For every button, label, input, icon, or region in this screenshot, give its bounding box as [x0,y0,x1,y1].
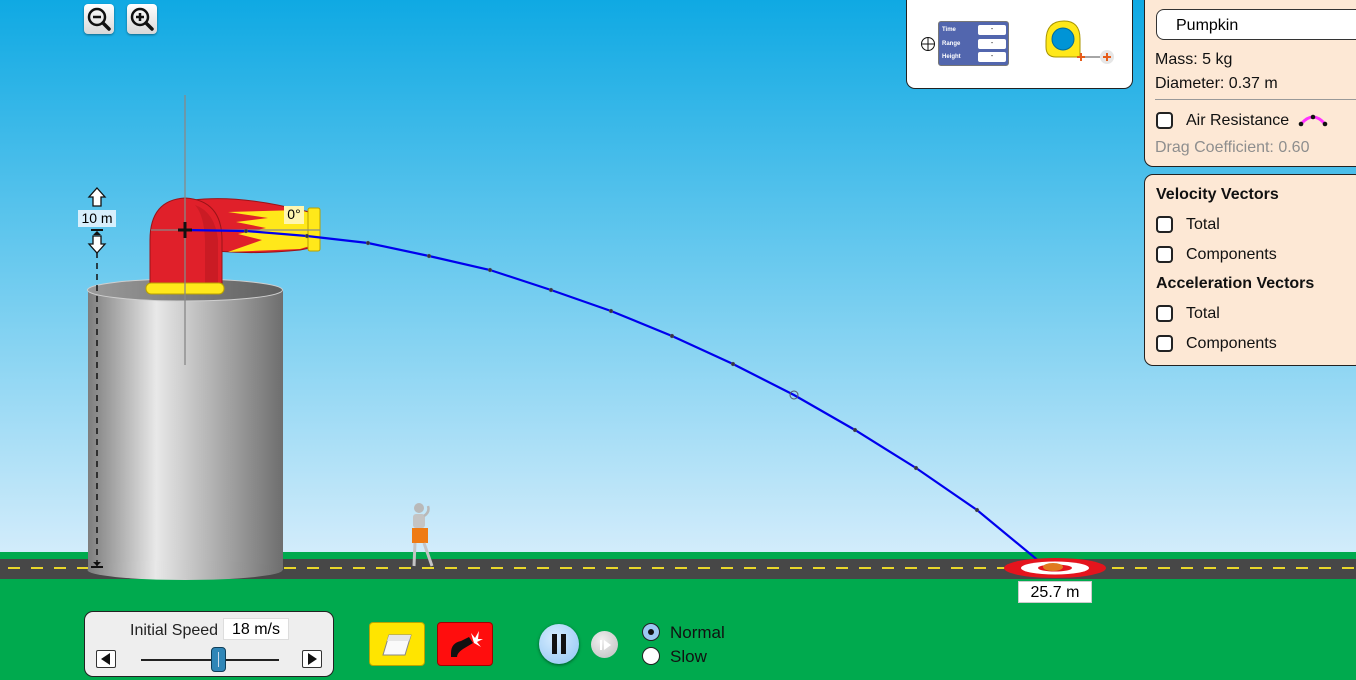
initial-speed-value[interactable]: 18 m/s [223,618,289,640]
readout-row-height: Height - [942,52,1006,64]
projectile-select[interactable]: Pumpkin [1156,9,1356,40]
acceleration-total-checkbox[interactable] [1156,305,1173,322]
readout-value: - [978,38,1006,49]
readout-row-time: Time - [942,25,1006,37]
tape-measure-tool[interactable] [1044,19,1120,67]
initial-speed-control: Initial Speed 18 m/s [84,611,334,677]
acceleration-components-label: Components [1186,335,1277,352]
projectile-panel: Pumpkin Mass: 5 kg Diameter: 0.37 m Air … [1144,0,1356,167]
air-resistance-arc-icon [1298,114,1328,127]
speed-slider-thumb[interactable] [210,647,226,672]
pause-icon [552,634,566,654]
velocity-total-checkbox[interactable] [1156,216,1173,233]
drag-coefficient-text: Drag Coefficient: 0.60 [1155,139,1310,156]
trajectory-marker [913,465,919,471]
triangle-left-icon [101,653,110,665]
acceleration-components-checkbox[interactable] [1156,335,1173,352]
trajectory-marker [852,427,858,433]
radio-slow[interactable] [642,647,660,665]
velocity-components-label: Components [1186,246,1277,263]
triangle-right-icon [308,653,317,665]
zoom-in-button[interactable] [127,4,157,34]
trajectory-marker [487,267,493,273]
trajectory-marker [365,240,371,246]
radio-selected-dot [648,629,654,635]
readout-label: Height [942,54,961,60]
acceleration-vectors-title: Acceleration Vectors [1156,275,1315,292]
velocity-components-checkbox[interactable] [1156,246,1173,263]
air-resistance-checkbox[interactable] [1156,112,1173,129]
vectors-panel: Velocity Vectors Total Components Accele… [1144,174,1356,366]
eraser-icon [382,634,412,656]
fire-button[interactable] [437,622,493,666]
diameter-text: Diameter: 0.37 m [1155,75,1278,92]
radio-normal-label: Normal [670,623,725,642]
readout-label: Range [942,40,961,47]
magnifier-plus-icon [130,7,154,31]
velocity-vectors-title: Velocity Vectors [1156,186,1279,203]
zoom-out-button[interactable] [84,4,114,34]
step-button[interactable] [591,631,618,658]
velocity-total-label: Total [1186,216,1220,233]
step-forward-icon [599,639,611,650]
divider [1155,99,1356,100]
angle-label: 0° [284,206,304,224]
acceleration-total-label: Total [1186,305,1220,322]
air-resistance-label: Air Resistance [1186,112,1290,129]
radio-slow-label: Slow [670,647,707,666]
trajectory-marker [608,308,614,314]
readout-box: Time - Range - Height - [938,21,1009,66]
mass-text: Mass: 5 kg [1155,51,1233,68]
erase-button[interactable] [369,622,425,666]
speed-increase-button[interactable] [302,650,322,668]
initial-speed-label: Initial Speed [130,622,219,639]
range-label: 25.7 m [1018,581,1092,603]
trajectory-marker [669,333,675,339]
readout-value: - [978,25,1006,35]
trajectory-marker [426,253,432,259]
height-label: 10 m [78,210,116,227]
readout-row-range: Range - [942,38,1006,51]
tools-panel: Time - Range - Height - [906,0,1133,89]
trajectory-marker [304,233,310,239]
pause-button[interactable] [539,624,579,664]
magnifier-minus-icon [87,7,111,31]
speed-decrease-button[interactable] [96,650,116,668]
trajectory-marker [243,228,249,234]
crosshair-icon [921,37,935,51]
readout-tool[interactable]: Time - Range - Height - [920,21,1012,67]
trajectory-marker [974,507,980,513]
trajectory-marker [548,287,554,293]
cannon-fire-icon [451,631,483,657]
readout-value: - [978,52,1006,62]
tape-measure-icon [1045,20,1114,64]
readout-label: Time [942,27,956,33]
trajectory-marker [730,361,736,367]
landed-pumpkin [1043,563,1063,571]
radio-normal[interactable] [642,623,660,641]
